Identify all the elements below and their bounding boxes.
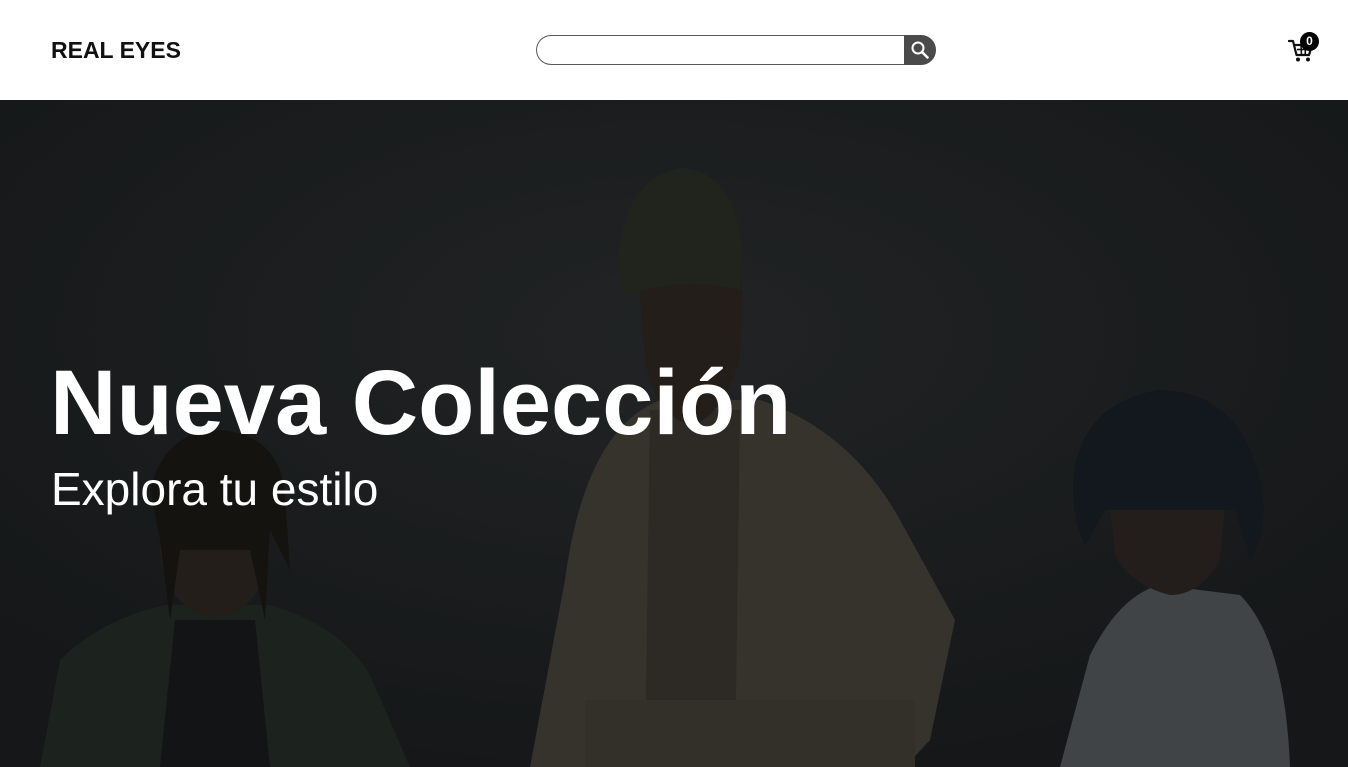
search-icon: [911, 41, 929, 59]
hero-subtitle: Explora tu estilo: [51, 463, 379, 515]
cart-count-badge: 0: [1300, 32, 1319, 51]
hero-banner: Nueva Colección Explora tu estilo: [0, 100, 1348, 767]
hero-title: Nueva Colección: [50, 352, 792, 454]
search-button[interactable]: [904, 35, 936, 65]
site-header: REAL EYES 0: [0, 0, 1348, 100]
brand-logo[interactable]: REAL EYES: [51, 36, 181, 64]
search-input[interactable]: [536, 35, 908, 65]
search-form: [536, 35, 936, 65]
cart-button[interactable]: 0: [1287, 32, 1321, 64]
